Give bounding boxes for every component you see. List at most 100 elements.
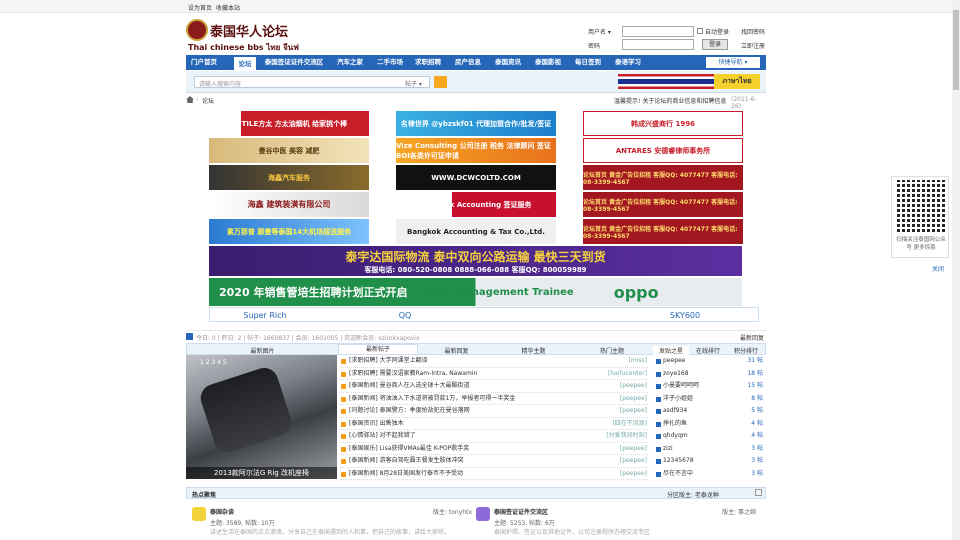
login-button[interactable]: 登录 — [702, 39, 728, 50]
ad-auto-service[interactable]: 海鑫汽车服务 — [209, 165, 369, 190]
username-label[interactable]: 用户名 ▾ — [588, 27, 611, 36]
password-input[interactable] — [622, 39, 694, 50]
thread-title[interactable]: [泰国资讯] 出售独木 — [349, 418, 404, 431]
nav-thai-learning[interactable]: 泰语学习 — [610, 55, 646, 70]
rank-row[interactable]: peepee 31 帖 — [656, 355, 766, 368]
latest-image-slider[interactable]: 1 2 3 4 5 2013款阿尔法G Rig 改机座椅 — [186, 355, 337, 479]
thai-language-button[interactable]: ภาษาไทย — [714, 74, 760, 89]
ad-visa-world[interactable]: 名律世界 @ybzskf01 代理加盟合作/批发/签证 — [396, 111, 556, 136]
rank-user[interactable]: peepee — [663, 355, 685, 368]
tab-post-stars[interactable]: 发贴之星 — [653, 346, 689, 355]
nav-secondhand[interactable]: 二手市场 — [372, 55, 408, 70]
thread-author[interactable]: [peepee] — [620, 393, 647, 406]
thread-author[interactable]: [peepee] — [620, 405, 647, 418]
ad-bangkok-accounting[interactable]: Bangkok Accounting & Tax Co.,Ltd. — [396, 219, 556, 244]
tab-featured[interactable]: 精华主题 — [495, 346, 572, 355]
section-moderator[interactable]: 分区版主: 老泰龙种 — [667, 490, 719, 499]
forum-item[interactable]: 泰国签证证件交流区 版主: 事之婉 主题: 5253, 帖数: 6万 泰国护照、… — [476, 505, 756, 538]
rank-user[interactable]: 洋子小姐姐 — [663, 393, 693, 406]
rank-user[interactable]: zoye168 — [663, 368, 689, 381]
ad-gold-1[interactable]: 论坛首页 黄金广告位招租 客服QQ: 4077477 客服电话: 08-3399… — [583, 165, 743, 190]
thread-author[interactable]: [peepee] — [620, 468, 647, 481]
rank-row[interactable]: 小曼要呵呵呵 15 帖 — [656, 380, 766, 393]
thread-author[interactable]: [分爱我卯时刻] — [606, 430, 647, 443]
thread-title[interactable]: [求职招聘] 大学同课堂上翻译 — [349, 355, 428, 368]
rank-user[interactable]: qhdyqm — [663, 430, 688, 443]
forum-moderator[interactable]: 版主: 事之婉 — [722, 507, 756, 516]
forum-name[interactable]: 泰国签证证件交流区 — [494, 507, 548, 516]
username-input[interactable] — [622, 26, 694, 37]
thread-title[interactable]: [心情驿站] 对不起我错了 — [349, 430, 416, 443]
scrollbar-thumb[interactable] — [953, 10, 959, 90]
tab-online-rank[interactable]: 在线排行 — [690, 346, 726, 355]
thread-title[interactable]: [泰国新闻] 8月28日美国发行泰币不予受动 — [349, 468, 463, 481]
link-qq[interactable]: QQ — [350, 311, 460, 320]
thread-row[interactable]: [泰国新闻] 曼谷商人在入选全球十大最酷街道 [peepee] — [340, 380, 650, 393]
tab-latest-images[interactable]: 最新图片 — [187, 346, 338, 355]
thread-author[interactable]: [四在不流浪] — [612, 418, 647, 431]
rank-user[interactable]: asdf934 — [663, 405, 687, 418]
thread-row[interactable]: [泰国新闻] 8月28日美国发行泰币不予受动 [peepee] — [340, 468, 650, 481]
thread-author[interactable]: [haifucenter] — [608, 368, 647, 381]
rank-user[interactable]: 尽在不言中 — [663, 468, 693, 481]
ad-bangkok-visa[interactable]: Bangkok Accounting 签证服务 — [396, 192, 556, 217]
rank-row[interactable]: asdf934 5 帖 — [656, 405, 766, 418]
notice-link[interactable]: 温馨提示! 关于论坛的商业信息和招聘信息 — [614, 96, 726, 105]
thread-title[interactable]: [泰国新闻] 游客自驾吃霸王餐发生肢体冲突 — [349, 455, 464, 468]
forum-item[interactable]: 泰国杂谈 版主: tonyhtx 主题: 3589, 帖数: 10万 讲述生活在… — [192, 505, 472, 538]
thread-row[interactable]: [求职招聘] 需要汉语家教Ram-Intra, Nawamin [haifucen… — [340, 368, 650, 381]
thread-author[interactable]: [peepee] — [620, 443, 647, 456]
ad-hanchang[interactable]: 韩成兴盛商行 1996 — [583, 111, 743, 136]
ad-vize[interactable]: Vize Consulting 公司注册 税务 法律顾问 签证 BOI各类许可证… — [396, 138, 556, 163]
nav-checkin[interactable]: 每日签到 — [570, 55, 606, 70]
thread-title[interactable]: [求职招聘] 需要汉语家教Ram-Intra, Nawamin — [349, 368, 477, 381]
link-sky600[interactable]: SKY600 — [630, 311, 740, 320]
nav-auto[interactable]: 汽车之家 — [332, 55, 368, 70]
ad-gold-2[interactable]: 论坛首页 黄金广告位招租 客服QQ: 4077477 客服电话: 08-3399… — [583, 192, 743, 217]
thread-row[interactable]: [心情驿站] 对不起我错了 [分爱我卯时刻] — [340, 430, 650, 443]
latest-reply-link[interactable]: 最新回复 — [740, 333, 764, 342]
nav-jobs[interactable]: 求职招聘 — [410, 55, 446, 70]
rank-user[interactable]: 挣扎的鱼 — [663, 418, 687, 431]
forum-moderator[interactable]: 版主: tonyhtx — [433, 507, 472, 516]
rank-row[interactable]: 洋子小姐姐 8 帖 — [656, 393, 766, 406]
tab-hot[interactable]: 热门主题 — [572, 346, 652, 355]
thread-row[interactable]: [泰国新闻] 游客自驾吃霸王餐发生肢体冲突 [peepee] — [340, 455, 650, 468]
thread-row[interactable]: [泰国新闻] 将油油入下水道将被罚款1万，举报者可得一半奖金 [peepee] — [340, 393, 650, 406]
qr-close-link[interactable]: 关闭 — [932, 264, 944, 273]
search-type-select[interactable]: 帖子 ▾ — [405, 79, 422, 88]
thread-author[interactable]: [peepee] — [620, 455, 647, 468]
site-logo[interactable]: 泰国华人论坛 Thai chinese bbs ไทย จีนฟอรั่ม — [186, 19, 306, 65]
tab-points-rank[interactable]: 积分排行 — [727, 346, 765, 355]
ad-antares[interactable]: ANTARES 安德睿律师事务所 — [583, 138, 743, 163]
tab-latest-posts[interactable]: 最新帖子 — [338, 344, 418, 355]
collapse-icon[interactable] — [755, 489, 762, 496]
ad-dcw[interactable]: WWW.DCWCOLTD.COM — [396, 165, 556, 190]
slider-pager[interactable]: 1 2 3 4 5 — [200, 359, 227, 366]
rank-user[interactable]: 12345678 — [663, 455, 694, 468]
ad-airport[interactable]: 素万那普 廊曼等泰国14大机场接送服务 — [209, 219, 369, 244]
forgot-password-link[interactable]: 找回密码 — [741, 27, 765, 36]
nav-forum[interactable]: 论坛 — [234, 55, 256, 70]
rank-row[interactable]: 12345678 3 帖 — [656, 455, 766, 468]
set-homepage-link[interactable]: 设为首页 — [188, 3, 212, 12]
tab-latest-replies[interactable]: 最新回复 — [418, 346, 495, 355]
rank-user[interactable]: zizi — [663, 443, 673, 456]
nav-news[interactable]: 泰国资讯 — [490, 55, 526, 70]
search-icon[interactable] — [434, 76, 447, 88]
home-icon[interactable] — [186, 96, 194, 103]
thread-title[interactable]: [问题讨论] 泰国警方：季度抢劫犯在曼谷落网 — [349, 405, 470, 418]
register-link[interactable]: 立即注册 — [741, 41, 765, 50]
quick-nav-dropdown[interactable]: 快捷导航 ▾ — [706, 57, 760, 68]
rank-user[interactable]: 小曼要呵呵呵 — [663, 380, 699, 393]
rank-row[interactable]: zizi 3 帖 — [656, 443, 766, 456]
thread-author[interactable]: [miss] — [629, 355, 647, 368]
search-input[interactable]: 请输入搜索内容 帖子 ▾ — [194, 76, 430, 88]
rank-row[interactable]: 尽在不言中 3 帖 — [656, 468, 766, 481]
ad-construction[interactable]: 海鑫 建筑装潢有限公司 — [209, 192, 369, 217]
thread-title[interactable]: [泰国新闻] 将油油入下水道将被罚款1万，举报者可得一半奖金 — [349, 393, 515, 406]
nav-portal[interactable]: 门户首页 — [186, 55, 222, 70]
thread-title[interactable]: [泰国娱乐] Lisa获得VMAs最佳 K-POP歌手奖 — [349, 443, 469, 456]
auto-login-checkbox[interactable] — [697, 28, 703, 34]
ad-tyd-logistics[interactable]: 泰宇达国际物流 泰中双向公路运输 最快三天到货 客服电话: 080-520-08… — [209, 246, 742, 276]
